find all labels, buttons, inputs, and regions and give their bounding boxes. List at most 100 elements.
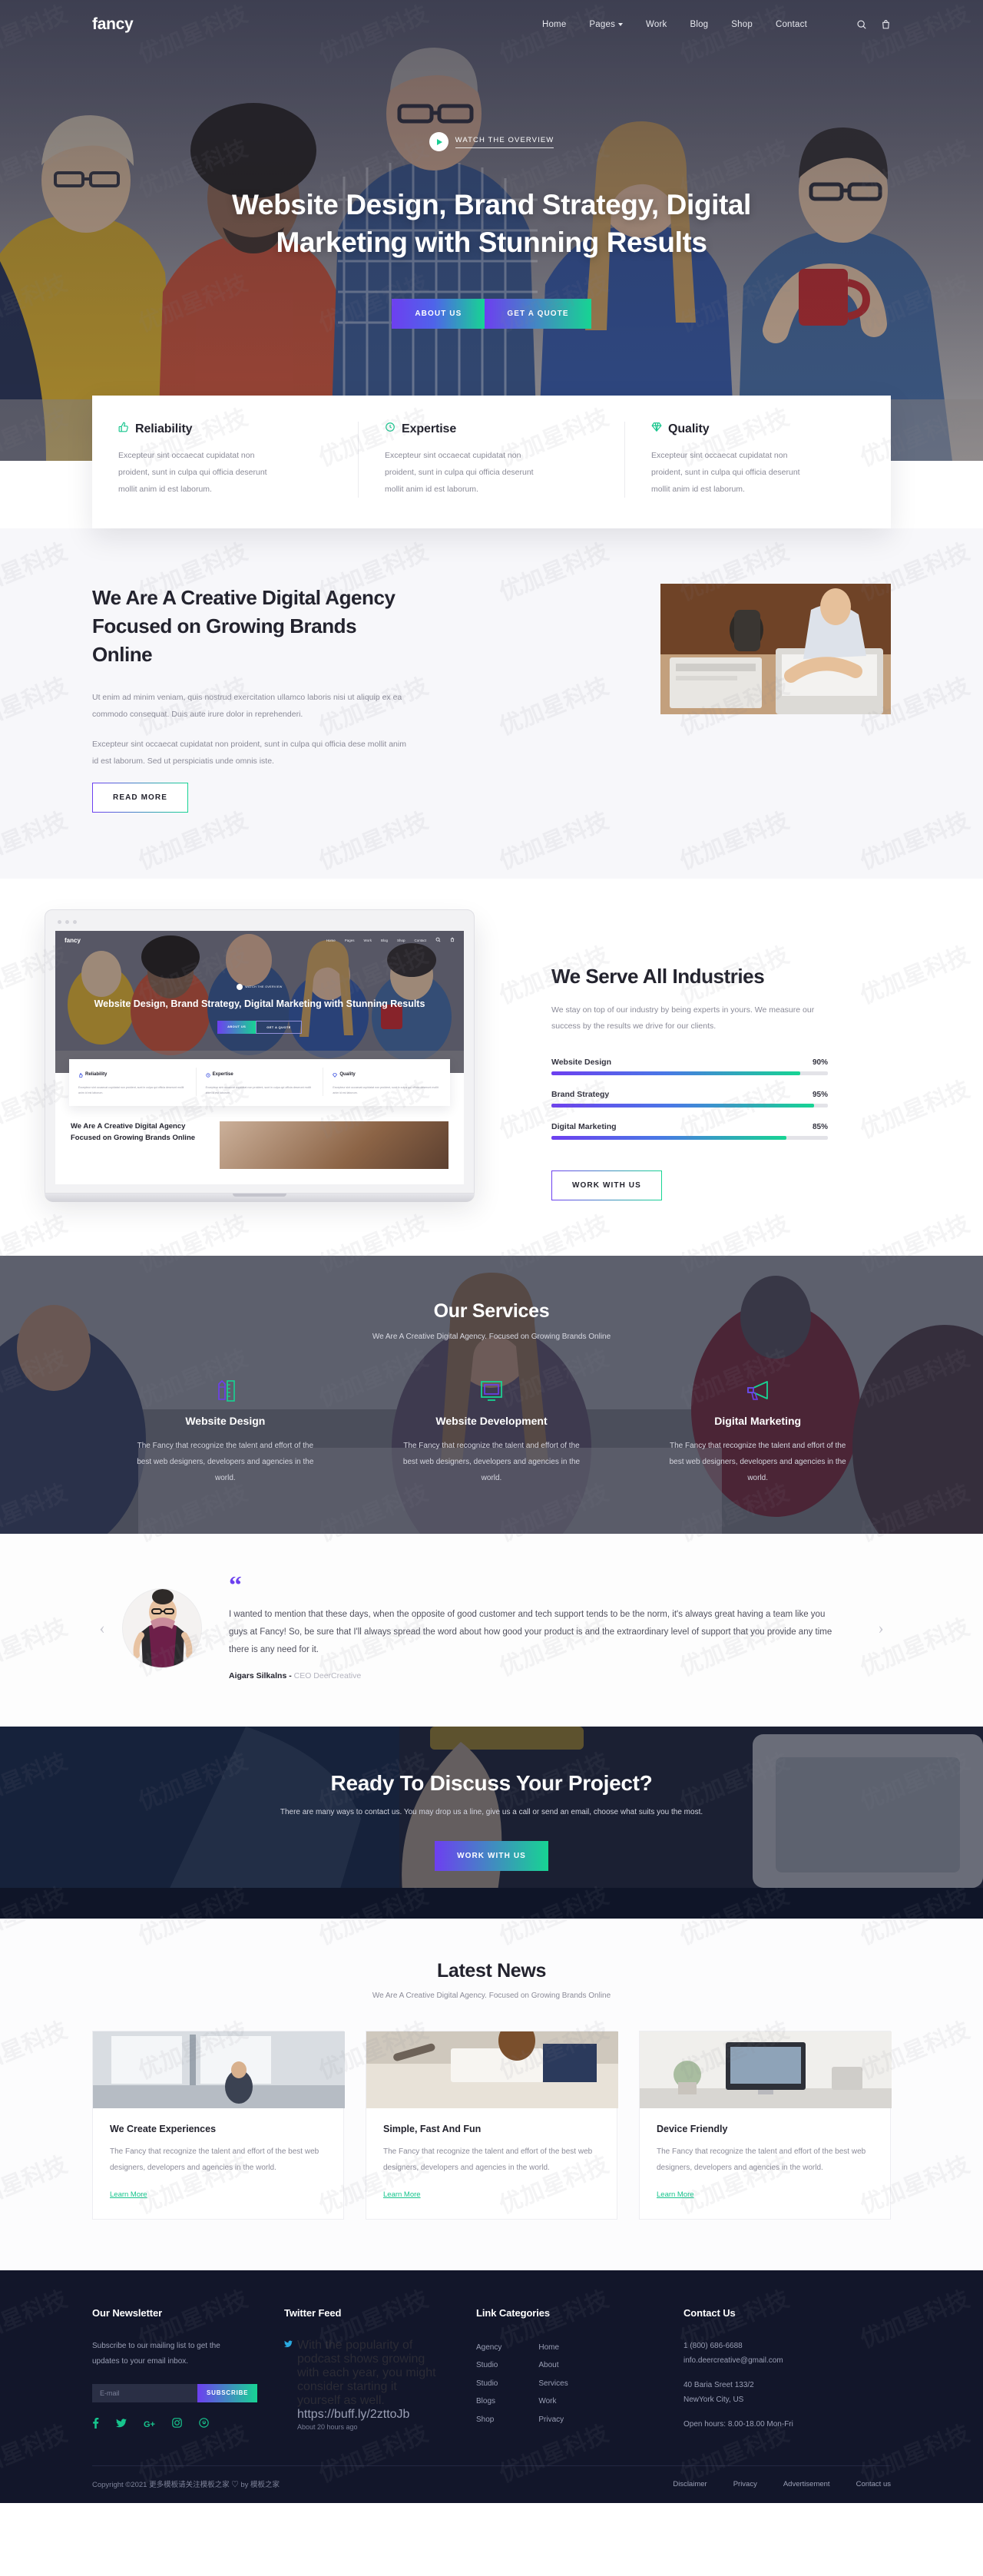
thumbs-up-icon: [118, 422, 129, 436]
feature-title: Reliability: [135, 422, 193, 435]
laptop-feature-card: Expertise Excepteur sint occaecat cupida…: [197, 1068, 324, 1097]
news-card[interactable]: Device Friendly The Fancy that recognize…: [639, 2030, 892, 2220]
nav-item-shop[interactable]: Shop: [731, 20, 753, 29]
twitter-icon[interactable]: [116, 2419, 127, 2431]
newsletter-form: SUBSCRIBE: [92, 2383, 258, 2402]
work-with-us-button[interactable]: WORK WITH US: [551, 1170, 662, 1200]
feature-title: Expertise: [402, 422, 457, 435]
footer-link-disclaimer[interactable]: Disclaimer: [673, 2480, 707, 2488]
spacer: [683, 2408, 869, 2417]
about-paragraph-2: Excepteur sint occaecat cupidatat non pr…: [92, 739, 406, 766]
footer-link[interactable]: Home: [538, 2339, 568, 2357]
footer-link[interactable]: About: [538, 2356, 568, 2375]
contact-address-line-2: NewYork City, US: [683, 2396, 744, 2405]
site-header: fancy Home Pages Work Blog Shop Contact: [0, 0, 983, 49]
newsletter-text: Subscribe to our mailing list to get the…: [92, 2341, 220, 2366]
services-title: Our Services: [433, 1300, 550, 1323]
testimonial-prev-arrow[interactable]: ‹: [92, 1618, 112, 1638]
laptop-base: [45, 1194, 475, 1203]
about-paragraph-1: Ut enim ad minim veniam, quis nostrud ex…: [92, 692, 402, 719]
testimonial-next-arrow[interactable]: ›: [871, 1618, 891, 1638]
contact-email[interactable]: info.deercreative@gmail.com: [683, 2353, 869, 2369]
footer-contact-column: Contact Us 1 (800) 686-6688 info.deercre…: [683, 2307, 891, 2432]
read-more-button[interactable]: READ MORE: [92, 783, 188, 813]
nav-item-home[interactable]: Home: [542, 20, 566, 29]
news-card-text: The Fancy that recognize the talent and …: [383, 2147, 593, 2172]
cta-work-with-us-button[interactable]: WORK WITH US: [435, 1841, 548, 1871]
footer-link-list-1: Agency Studio Studio Blogs Shop: [476, 2339, 501, 2429]
skill-label: Website Design: [551, 1058, 611, 1068]
footer-link[interactable]: Privacy: [538, 2411, 568, 2429]
cta-subtitle: There are many ways to contact us. You m…: [280, 1807, 703, 1816]
watch-overview-button[interactable]: WATCH THE OVERVIEW: [429, 132, 554, 151]
news-thumbnail: [640, 2031, 892, 2108]
tweet-text: With the popularity of podcast shows gro…: [297, 2338, 436, 2407]
get-a-quote-button[interactable]: GET A QUOTE: [485, 299, 591, 329]
service-title: Website Design: [185, 1415, 266, 1428]
footer-link-list-2: Home About Services Work Privacy: [538, 2339, 568, 2429]
testimonial-author-role: CEO DeerCreative: [293, 1670, 362, 1680]
news-card[interactable]: Simple, Fast And Fun The Fancy that reco…: [366, 2030, 618, 2220]
skill-track: [551, 1136, 828, 1141]
footer-link[interactable]: Studio: [476, 2356, 501, 2375]
footer-link[interactable]: Blogs: [476, 2392, 501, 2411]
contact-us-heading: Contact Us: [683, 2306, 736, 2319]
laptop-feature-cards: Reliability Excepteur sint occaecat cupi…: [69, 1059, 450, 1107]
search-icon[interactable]: [856, 19, 867, 30]
tweet-item: With the popularity of podcast shows gro…: [284, 2339, 455, 2431]
testimonial-section: ‹ “ I wanted to mention that these days,…: [0, 1534, 983, 1727]
newsletter-subscribe-button[interactable]: SUBSCRIBE: [197, 2383, 258, 2402]
laptop-about-title: We Are A Creative Digital Agency Focused…: [71, 1122, 196, 1142]
testimonial-author: Aigars Silkalns - CEO DeerCreative: [229, 1671, 843, 1680]
skill-bar-brand-strategy: Brand Strategy 95%: [551, 1090, 828, 1108]
footer-link[interactable]: Work: [538, 2392, 568, 2411]
news-thumbnail: [366, 2031, 618, 2108]
skill-label: Brand Strategy: [551, 1090, 610, 1100]
newsletter-email-input[interactable]: [92, 2383, 197, 2402]
cart-icon[interactable]: [881, 19, 891, 30]
latest-news-section: Latest News We Are A Creative Digital Ag…: [0, 1918, 983, 2270]
footer-link[interactable]: Services: [538, 2375, 568, 2393]
ruler-pencil-icon: [109, 1378, 342, 1404]
laptop-quote-button: GET A QUOTE: [256, 1021, 302, 1035]
site-footer: Our Newsletter Subscribe to our mailing …: [0, 2270, 983, 2504]
news-card-title: We Create Experiences: [110, 2123, 217, 2134]
footer-link-contact-us[interactable]: Contact us: [856, 2480, 891, 2488]
learn-more-link[interactable]: Learn More: [657, 2190, 694, 2199]
about-text-column: We Are A Creative Digital Agency Focused…: [92, 584, 445, 813]
chevron-down-icon: [618, 23, 624, 26]
nav-item-work[interactable]: Work: [646, 20, 667, 29]
news-card-title: Device Friendly: [657, 2123, 728, 2134]
cta-section: Ready To Discuss Your Project? There are…: [0, 1726, 983, 1919]
diamond-icon: [333, 1068, 338, 1081]
footer-link[interactable]: Shop: [476, 2411, 501, 2429]
site-logo[interactable]: fancy: [92, 15, 134, 34]
instagram-icon[interactable]: [172, 2418, 182, 2431]
footer-link-advertisement[interactable]: Advertisement: [783, 2480, 830, 2488]
tweet-link[interactable]: https://buff.ly/2zttoJb: [297, 2408, 439, 2422]
news-card[interactable]: We Create Experiences The Fancy that rec…: [92, 2030, 345, 2220]
facebook-icon[interactable]: [92, 2417, 99, 2432]
service-title: Website Development: [435, 1415, 548, 1428]
footer-twitter-column: Twitter Feed With the popularity of podc…: [284, 2307, 476, 2432]
contact-open-hours: Open hours: 8.00-18.00 Mon-Fri: [683, 2419, 793, 2429]
news-subtitle: We Are A Creative Digital Agency. Focuse…: [372, 1991, 611, 2000]
learn-more-link[interactable]: Learn More: [110, 2190, 147, 2199]
learn-more-link[interactable]: Learn More: [383, 2190, 421, 2199]
monitor-icon: [376, 1378, 608, 1404]
nav-item-contact[interactable]: Contact: [776, 20, 807, 29]
about-section: We Are A Creative Digital Agency Focused…: [0, 528, 983, 879]
laptop-about-row: We Are A Creative Digital Agency Focused…: [55, 1106, 464, 1170]
footer-link[interactable]: Agency: [476, 2339, 501, 2357]
tweet-time: About 20 hours ago: [297, 2422, 358, 2431]
pinterest-icon[interactable]: [199, 2418, 209, 2431]
testimonial-author-name: Aigars Silkalns -: [229, 1670, 294, 1680]
contact-phone[interactable]: 1 (800) 686-6688: [683, 2339, 869, 2354]
footer-link-privacy[interactable]: Privacy: [733, 2480, 757, 2488]
footer-link[interactable]: Studio: [476, 2375, 501, 2393]
about-us-button[interactable]: ABOUT US: [392, 298, 485, 329]
nav-item-blog[interactable]: Blog: [690, 20, 708, 29]
google-plus-icon[interactable]: G+: [144, 2420, 155, 2429]
thumbs-up-icon: [78, 1068, 83, 1081]
nav-item-pages[interactable]: Pages: [589, 20, 624, 29]
